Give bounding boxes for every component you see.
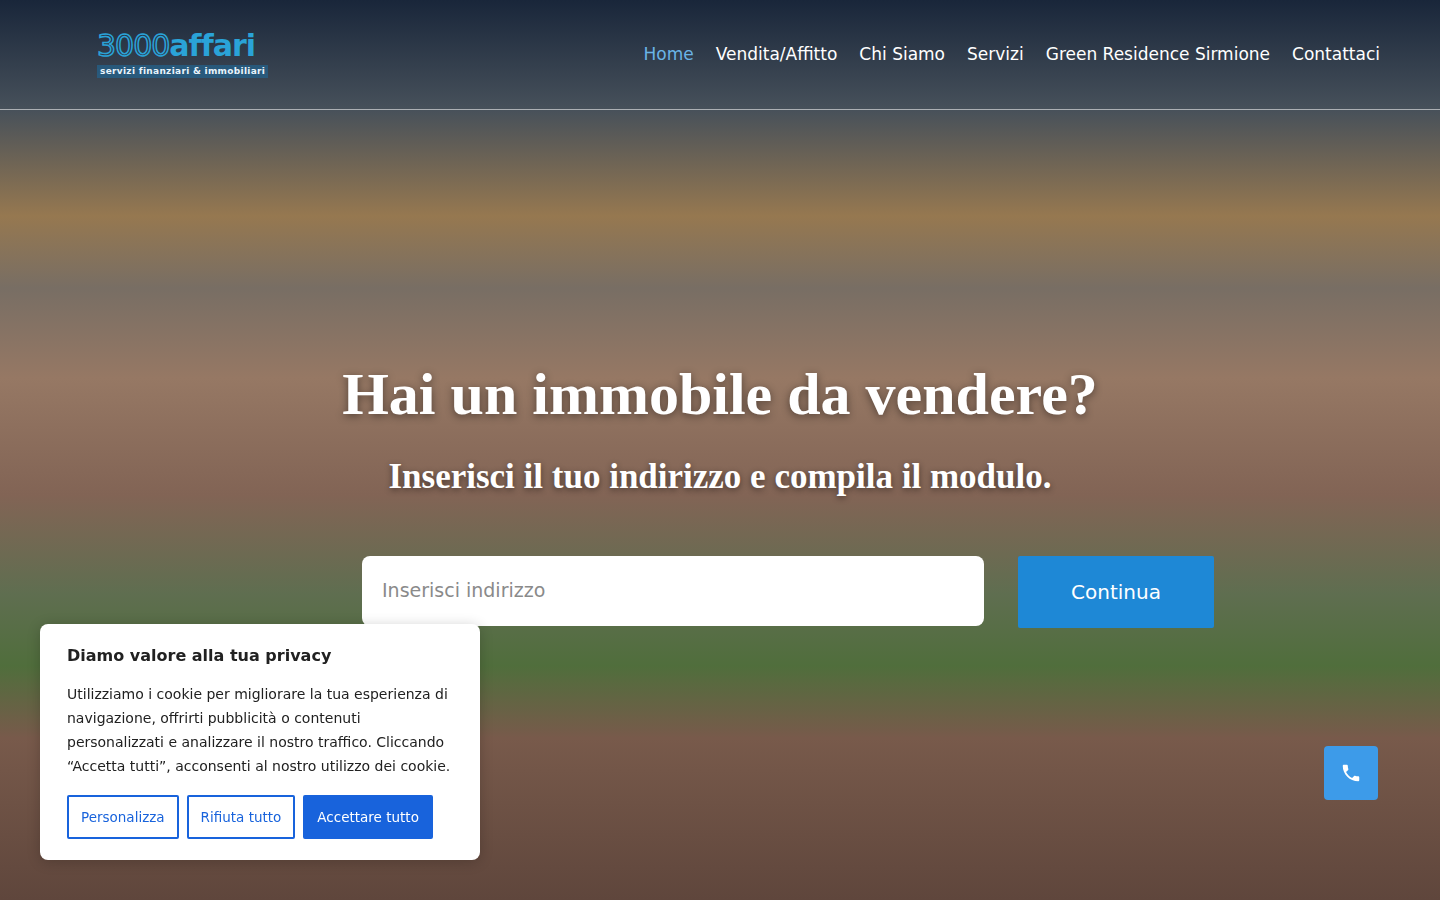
hero-title: Hai un immobile da vendere? bbox=[342, 360, 1098, 429]
nav-item[interactable]: Chi Siamo bbox=[859, 38, 945, 72]
phone-icon bbox=[1340, 762, 1362, 784]
logo[interactable]: 3000 affari servizi finanziari & immobil… bbox=[97, 31, 268, 79]
address-form: Continua bbox=[362, 556, 1214, 628]
cookie-button[interactable]: Accettare tutto bbox=[303, 795, 433, 839]
site-header: 3000 affari servizi finanziari & immobil… bbox=[0, 0, 1440, 110]
logo-number: 3000 bbox=[97, 31, 169, 61]
cookie-text: Utilizziamo i cookie per migliorare la t… bbox=[67, 682, 453, 778]
nav-item[interactable]: Green Residence Sirmione bbox=[1046, 38, 1270, 72]
nav-item[interactable]: Contattaci bbox=[1292, 38, 1380, 72]
cookie-button[interactable]: Personalizza bbox=[67, 795, 179, 839]
cookie-banner: Diamo valore alla tua privacy Utilizziam… bbox=[40, 624, 480, 860]
continue-button[interactable]: Continua bbox=[1018, 556, 1214, 628]
main-nav: Home Vendita/Affitto Chi Siamo Servizi Green… bbox=[643, 38, 1380, 72]
nav-item[interactable]: Home bbox=[643, 38, 693, 72]
hero-content: Hai un immobile da vendere? Inserisci il… bbox=[0, 110, 1440, 628]
logo-word: affari bbox=[169, 31, 255, 61]
cookie-button[interactable]: Rifiuta tutto bbox=[187, 795, 296, 839]
nav-item[interactable]: Servizi bbox=[967, 38, 1024, 72]
address-input[interactable] bbox=[362, 556, 984, 626]
cookie-title: Diamo valore alla tua privacy bbox=[67, 644, 453, 668]
cookie-buttons: PersonalizzaRifiuta tuttoAccettare tutto bbox=[67, 795, 453, 839]
nav-item[interactable]: Vendita/Affitto bbox=[716, 38, 838, 72]
hero-subtitle: Inserisci il tuo indirizzo e compila il … bbox=[388, 451, 1051, 504]
logo-tagline: servizi finanziari & immobiliari bbox=[97, 65, 268, 79]
phone-button[interactable] bbox=[1324, 746, 1378, 800]
